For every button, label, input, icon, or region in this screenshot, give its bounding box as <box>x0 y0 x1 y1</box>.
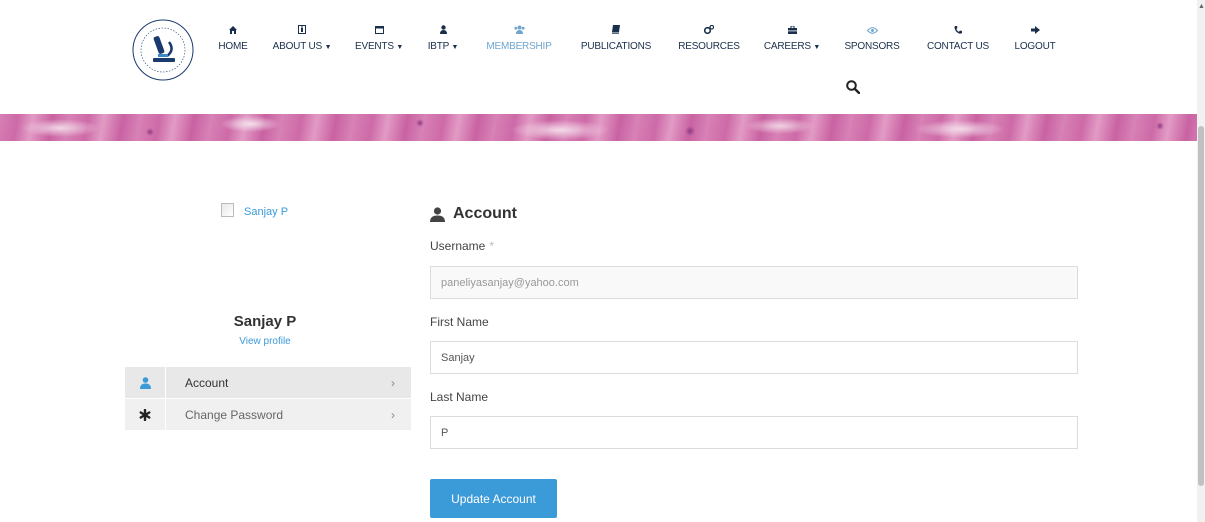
user-icon <box>125 367 166 398</box>
nav-resources[interactable]: RESOURCES <box>677 24 741 54</box>
form-title: Account <box>430 205 517 223</box>
chevron-down-icon: ▼ <box>451 44 459 51</box>
scrollbar[interactable]: ▲ <box>1197 0 1205 522</box>
chevron-right-icon: › <box>391 407 395 422</box>
nav-careers[interactable]: CAREERS ▼ <box>763 25 821 55</box>
chevron-right-icon: › <box>391 375 395 390</box>
society-logo[interactable] <box>131 16 195 84</box>
username-label: Username * <box>430 239 495 253</box>
chevron-down-icon: ▼ <box>813 44 821 51</box>
first-name-label: First Name <box>430 315 489 329</box>
nav-about-us[interactable]: ABOUT US ▼ <box>271 25 333 55</box>
calendar-icon <box>355 25 403 40</box>
nav-membership[interactable]: MEMBERSHIP <box>483 25 555 54</box>
last-name-label: Last Name <box>430 390 489 404</box>
nav-contact-us[interactable]: CONTACT US <box>926 25 990 54</box>
sidebar-item-label: Change Password <box>185 407 284 422</box>
user-icon <box>430 206 445 222</box>
info-icon <box>271 25 333 40</box>
nav-publications[interactable]: PUBLICATIONS <box>578 25 654 54</box>
gears-icon <box>677 24 741 40</box>
search-icon[interactable] <box>846 80 861 95</box>
profile-name: Sanjay P <box>233 313 297 330</box>
avatar-alt-text: Sanjay P <box>244 206 289 218</box>
home-icon <box>217 25 249 40</box>
sidebar-item-change-password[interactable]: Change Password › <box>125 399 411 430</box>
view-profile-link[interactable]: View profile <box>200 336 330 347</box>
nav-ibtp[interactable]: IBTP ▼ <box>427 25 459 55</box>
histology-banner <box>0 114 1197 141</box>
sidebar-item-account[interactable]: Account › <box>125 367 411 398</box>
scrollbar-thumb[interactable] <box>1198 126 1204 486</box>
form-title-text: Account <box>453 205 517 222</box>
last-name-field[interactable] <box>430 416 1078 449</box>
briefcase-icon <box>763 25 821 40</box>
update-account-button[interactable]: Update Account <box>430 479 557 518</box>
asterisk-icon <box>125 399 166 430</box>
users-icon <box>483 25 555 40</box>
avatar: Sanjay P <box>221 203 288 221</box>
eye-icon <box>843 25 901 40</box>
scroll-up-arrow-icon[interactable]: ▲ <box>1198 2 1205 12</box>
nav-logout[interactable]: LOGOUT <box>1013 25 1057 54</box>
username-field[interactable] <box>430 266 1078 299</box>
broken-image-icon <box>221 203 234 217</box>
nav-events[interactable]: EVENTS ▼ <box>355 25 403 55</box>
book-icon <box>578 25 654 40</box>
sidebar-item-label: Account <box>185 375 229 390</box>
sign-out-icon <box>1013 25 1057 40</box>
chevron-down-icon: ▼ <box>324 44 332 51</box>
phone-icon <box>926 25 990 40</box>
nav-sponsors[interactable]: SPONSORS <box>843 25 901 54</box>
nav-home[interactable]: HOME <box>217 25 249 54</box>
user-icon <box>427 25 459 40</box>
chevron-down-icon: ▼ <box>396 44 404 51</box>
required-marker: * <box>489 239 495 253</box>
first-name-field[interactable] <box>430 341 1078 374</box>
